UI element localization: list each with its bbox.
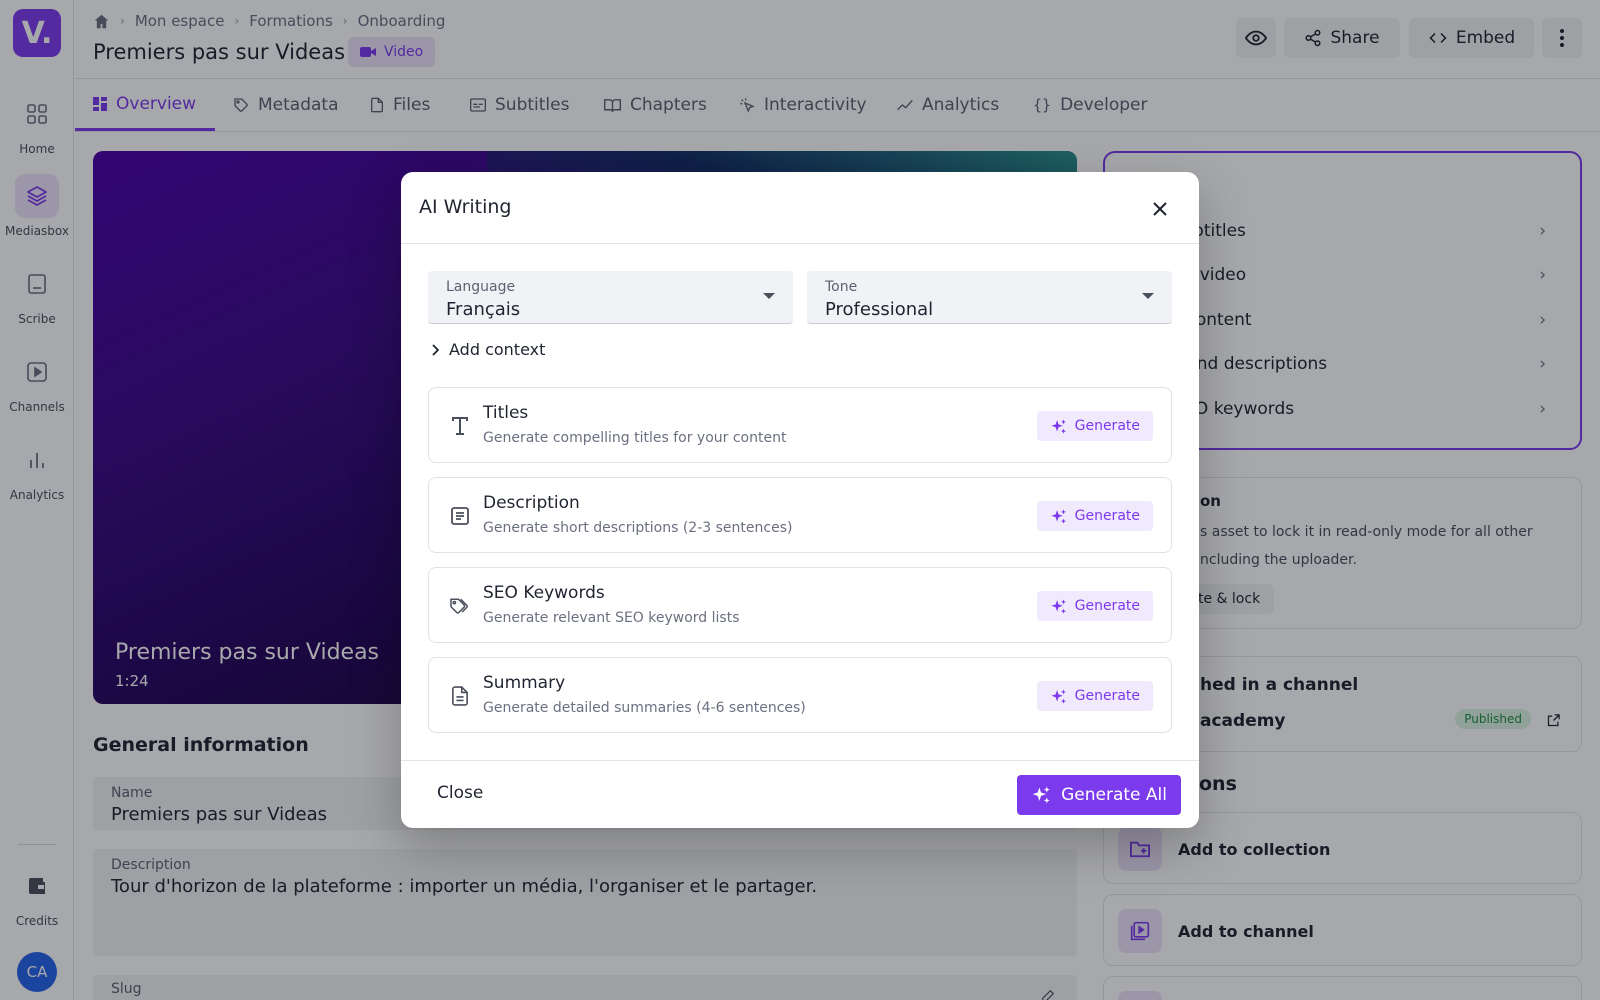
generate-all-button[interactable]: Generate All xyxy=(1017,775,1181,815)
language-value: Français xyxy=(446,299,521,320)
card-description: Generate short descriptions (2-3 sentenc… xyxy=(483,520,793,536)
tone-select[interactable]: Tone Professional xyxy=(807,271,1172,324)
summary-card: Summary Generate detailed summaries (4-6… xyxy=(428,657,1172,733)
card-title: SEO Keywords xyxy=(483,583,605,603)
card-description: Generate compelling titles for your cont… xyxy=(483,430,787,446)
sparkles-icon xyxy=(1050,508,1067,525)
tone-value: Professional xyxy=(825,299,934,320)
titles-card: Titles Generate compelling titles for yo… xyxy=(428,387,1172,463)
close-button[interactable]: Close xyxy=(437,783,483,803)
generate-label: Generate xyxy=(1074,688,1140,704)
close-icon[interactable] xyxy=(1145,194,1175,224)
generate-titles-button[interactable]: Generate xyxy=(1036,411,1153,441)
tone-label: Tone xyxy=(825,279,858,295)
language-label: Language xyxy=(446,279,516,295)
sparkles-icon xyxy=(1050,598,1067,615)
generate-label: Generate xyxy=(1074,418,1140,434)
sparkles-icon xyxy=(1050,688,1067,705)
card-description: Generate detailed summaries (4-6 sentenc… xyxy=(483,700,806,716)
generate-seo-keywords-button[interactable]: Generate xyxy=(1036,591,1153,621)
generate-summary-button[interactable]: Generate xyxy=(1036,681,1153,711)
language-select[interactable]: Language Français xyxy=(428,271,793,324)
lines-icon xyxy=(447,503,473,529)
caret-down-icon xyxy=(1142,293,1154,299)
sparkles-icon xyxy=(1050,418,1067,435)
chevron-right-icon xyxy=(431,343,439,356)
add-context-label: Add context xyxy=(449,340,546,359)
generate-all-label: Generate All xyxy=(1061,785,1167,805)
card-title: Titles xyxy=(483,403,529,423)
ai-writing-dialog: AI Writing Language Français Tone Profes… xyxy=(401,172,1199,828)
dialog-footer: Close Generate All xyxy=(401,760,1199,828)
tag-icon xyxy=(447,593,473,619)
add-context-toggle[interactable]: Add context xyxy=(431,340,545,359)
sparkles-icon xyxy=(1031,785,1051,805)
file-text-icon xyxy=(447,683,473,709)
dialog-title: AI Writing xyxy=(419,196,512,218)
card-title: Description xyxy=(483,493,580,513)
caret-down-icon xyxy=(763,293,775,299)
generate-label: Generate xyxy=(1074,508,1140,524)
card-description: Generate relevant SEO keyword lists xyxy=(483,610,740,626)
seo-keywords-card: SEO Keywords Generate relevant SEO keywo… xyxy=(428,567,1172,643)
dialog-header: AI Writing xyxy=(401,172,1199,244)
card-title: Summary xyxy=(483,673,566,693)
generate-description-button[interactable]: Generate xyxy=(1036,501,1153,531)
generate-label: Generate xyxy=(1074,598,1140,614)
description-card: Description Generate short descriptions … xyxy=(428,477,1172,553)
text-icon xyxy=(447,413,473,439)
